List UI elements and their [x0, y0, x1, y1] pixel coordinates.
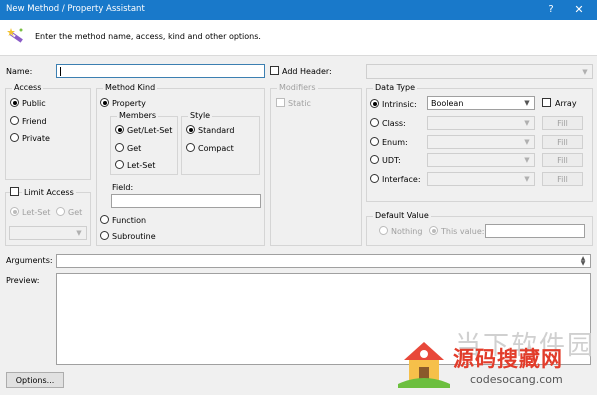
access-public-radio[interactable]: [10, 98, 19, 107]
members-getletset-radio[interactable]: [115, 125, 124, 134]
intrinsic-value: Boolean: [431, 99, 464, 108]
type-class-label: Class:: [382, 119, 406, 128]
add-header-combo[interactable]: ▼: [366, 64, 593, 79]
title-bar: New Method / Property Assistant ? ✕: [0, 0, 597, 20]
default-value-title: Default Value: [373, 211, 431, 220]
chevron-down-icon: ▼: [524, 175, 530, 183]
access-private-radio[interactable]: [10, 133, 19, 142]
limit-access-label: Limit Access: [22, 188, 76, 197]
default-nothing-label: Nothing: [391, 227, 423, 236]
type-intrinsic-radio[interactable]: [370, 99, 379, 108]
limit-letset-label: Let-Set: [22, 208, 51, 217]
spin-arrows-icon: ▲ ▼: [580, 255, 586, 267]
access-public-label: Public: [22, 99, 46, 108]
static-label: Static: [288, 99, 311, 108]
type-interface-radio[interactable]: [370, 174, 379, 183]
chevron-down-icon: ▼: [582, 67, 588, 76]
default-thisvalue-radio[interactable]: [429, 226, 438, 235]
kind-property-radio[interactable]: [100, 98, 109, 107]
field-label: Field:: [112, 183, 134, 192]
options-button[interactable]: Options...: [6, 372, 64, 388]
chevron-down-icon: ▼: [524, 138, 530, 146]
modifiers-title: Modifiers: [277, 83, 318, 92]
interface-fill-button[interactable]: Fill: [542, 172, 583, 186]
udt-combo[interactable]: ▼: [427, 153, 535, 167]
type-class-radio[interactable]: [370, 118, 379, 127]
members-get-radio[interactable]: [115, 143, 124, 152]
type-enum-radio[interactable]: [370, 137, 379, 146]
magic-wand-icon: [7, 28, 23, 43]
arguments-input[interactable]: ▲ ▼: [56, 254, 591, 268]
access-title: Access: [12, 83, 44, 92]
house-logo-icon: [398, 342, 450, 388]
access-friend-label: Friend: [22, 117, 47, 126]
style-standard-radio[interactable]: [186, 125, 195, 134]
kind-subroutine-radio[interactable]: [100, 231, 109, 240]
type-enum-label: Enum:: [382, 138, 408, 147]
window-title: New Method / Property Assistant: [6, 4, 145, 14]
add-header-checkbox[interactable]: [270, 66, 279, 75]
members-letset-radio[interactable]: [115, 160, 124, 169]
enum-combo[interactable]: ▼: [427, 135, 535, 149]
style-compact-label: Compact: [198, 144, 234, 153]
members-letset-label: Let-Set: [127, 161, 156, 170]
chevron-down-icon: ▼: [524, 119, 530, 127]
kind-function-label: Function: [112, 216, 147, 225]
access-friend-radio[interactable]: [10, 116, 19, 125]
method-kind-title: Method Kind: [103, 83, 158, 92]
intrinsic-combo[interactable]: Boolean ▼: [427, 96, 535, 110]
preview-label: Preview:: [6, 276, 40, 285]
udt-fill-button[interactable]: Fill: [542, 153, 583, 167]
style-compact-radio[interactable]: [186, 143, 195, 152]
kind-function-radio[interactable]: [100, 215, 109, 224]
members-get-label: Get: [127, 144, 142, 153]
style-standard-label: Standard: [198, 126, 235, 135]
interface-combo[interactable]: ▼: [427, 172, 535, 186]
modifiers-group: Modifiers: [270, 83, 362, 246]
header-panel: Enter the method name, access, kind and …: [0, 20, 597, 56]
array-checkbox[interactable]: [542, 98, 551, 107]
array-label: Array: [555, 99, 577, 108]
limit-get-radio[interactable]: [56, 207, 65, 216]
class-fill-button[interactable]: Fill: [542, 116, 583, 130]
chevron-down-icon: ▼: [76, 229, 82, 237]
limit-get-label: Get: [68, 208, 83, 217]
watermark-url: codesocang.com: [470, 373, 563, 386]
limit-access-combo[interactable]: ▼: [9, 226, 87, 240]
members-title: Members: [117, 111, 159, 120]
kind-subroutine-label: Subroutine: [112, 232, 156, 241]
close-button[interactable]: ✕: [566, 2, 592, 18]
chevron-down-icon: ▼: [524, 156, 530, 164]
static-checkbox[interactable]: [276, 98, 285, 107]
limit-letset-radio[interactable]: [10, 207, 19, 216]
arguments-label: Arguments:: [6, 256, 53, 265]
type-udt-label: UDT:: [382, 156, 401, 165]
text-cursor: [60, 67, 61, 76]
default-value-input[interactable]: [485, 224, 585, 238]
watermark-brand: 源码搜藏网: [453, 347, 563, 371]
default-nothing-radio[interactable]: [379, 226, 388, 235]
members-getletset-label: Get/Let-Set: [127, 126, 173, 135]
header-message: Enter the method name, access, kind and …: [35, 32, 261, 41]
access-private-label: Private: [22, 134, 50, 143]
add-header-label: Add Header:: [282, 67, 332, 76]
name-input[interactable]: [56, 64, 265, 78]
data-type-title: Data Type: [373, 83, 418, 92]
type-interface-label: Interface:: [382, 175, 421, 184]
style-title: Style: [188, 111, 213, 120]
class-combo[interactable]: ▼: [427, 116, 535, 130]
field-input[interactable]: [111, 194, 261, 208]
enum-fill-button[interactable]: Fill: [542, 135, 583, 149]
help-button[interactable]: ?: [541, 2, 561, 18]
limit-access-checkbox[interactable]: [10, 187, 19, 196]
chevron-down-icon: ▼: [524, 99, 530, 107]
default-thisvalue-label: This value:: [441, 227, 485, 236]
kind-property-label: Property: [112, 99, 146, 108]
type-intrinsic-label: Intrinsic:: [382, 100, 417, 109]
name-label: Name:: [6, 67, 33, 76]
type-udt-radio[interactable]: [370, 155, 379, 164]
